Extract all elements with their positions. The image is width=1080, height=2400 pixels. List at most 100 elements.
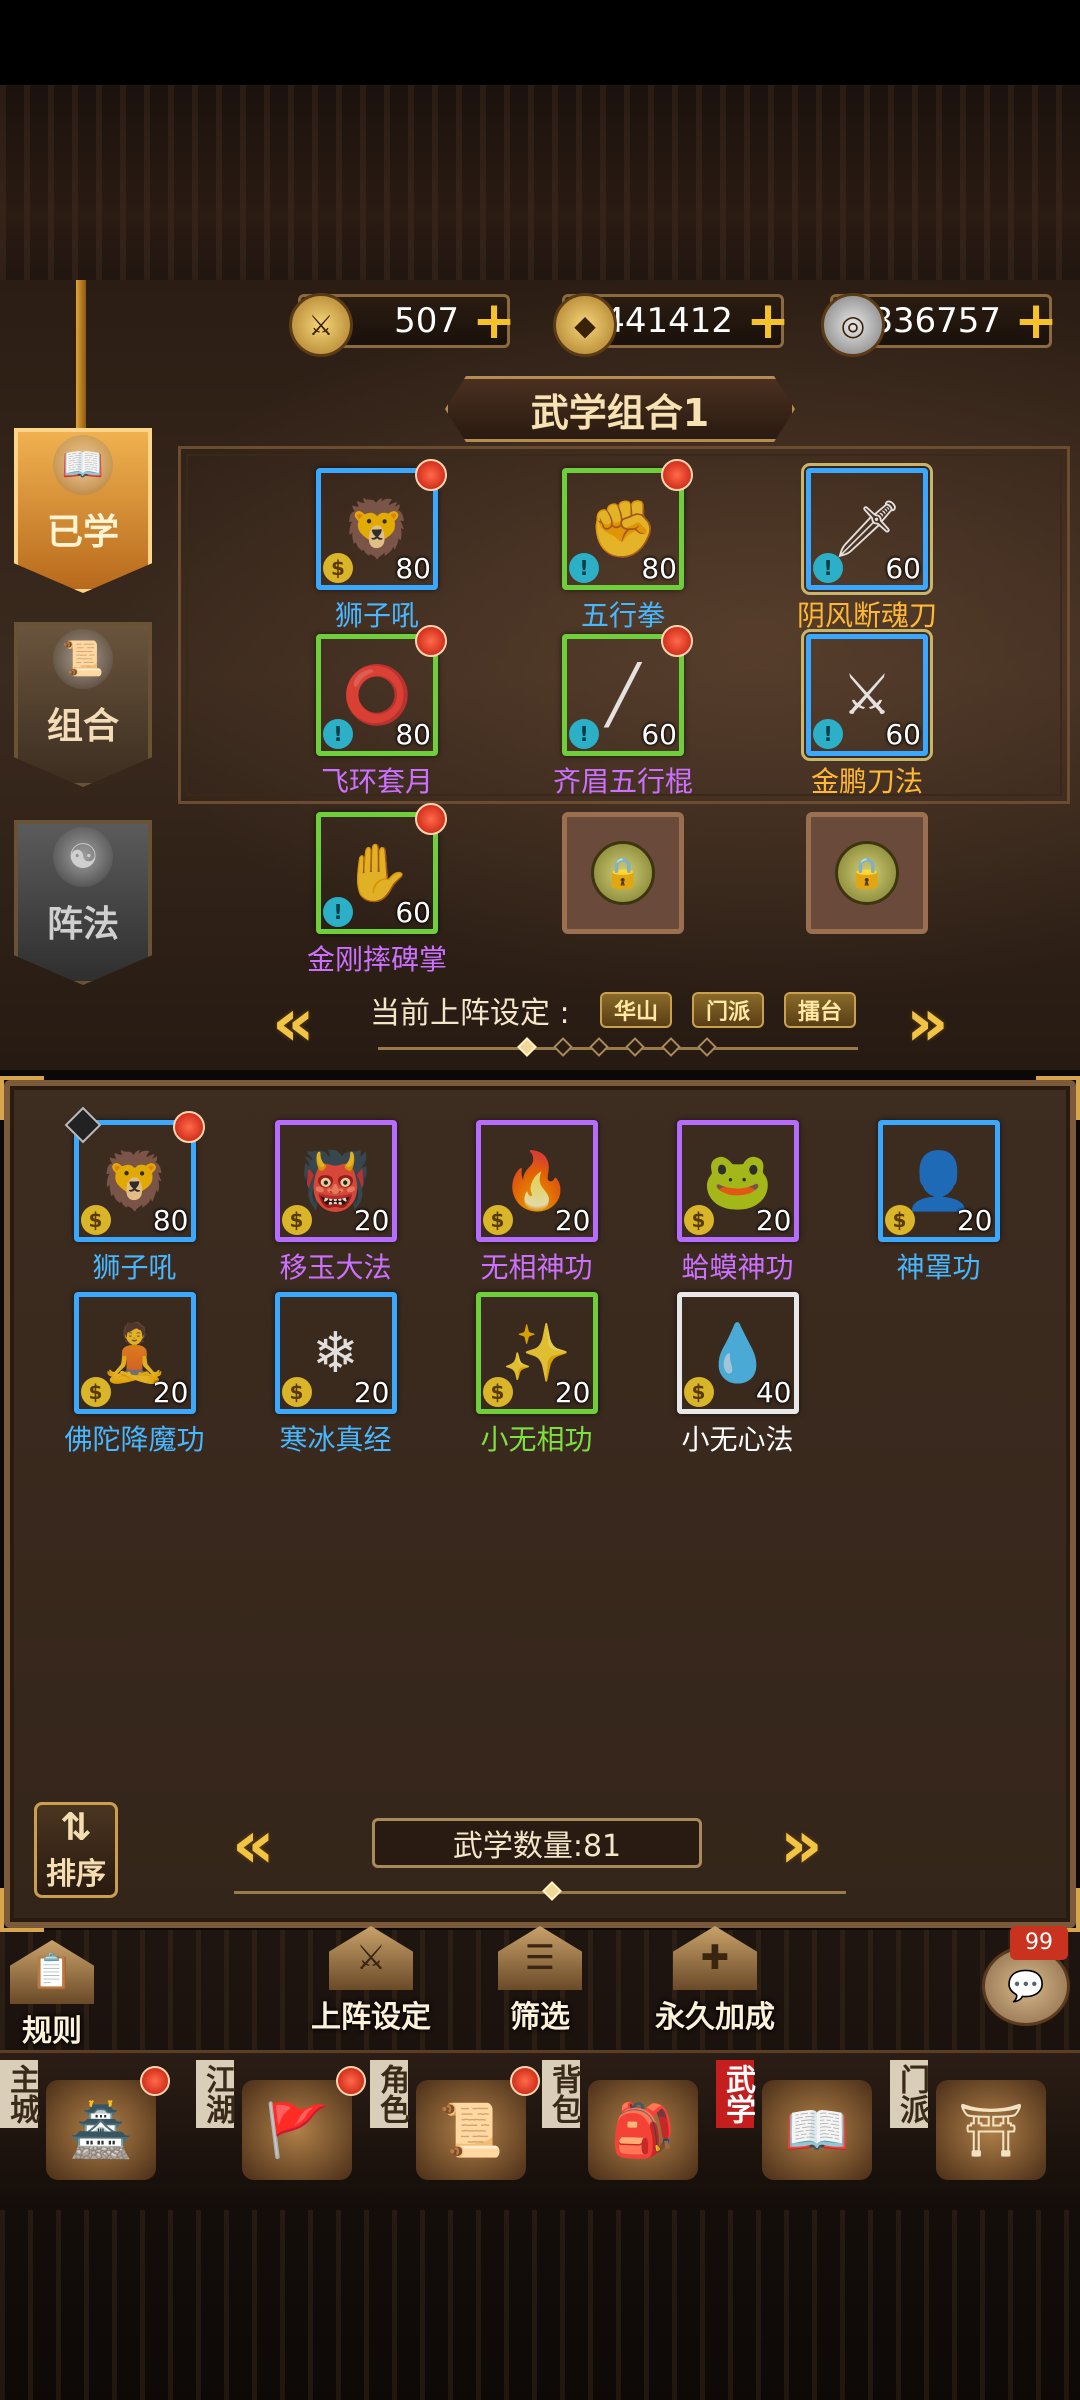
skill-icon-frame: 🦁 $80: [73, 1111, 205, 1242]
tab-label: 组合: [46, 706, 119, 747]
nav-art-icon: 🏯: [46, 2080, 156, 2180]
nav-item[interactable]: 🚩 江湖: [196, 2060, 366, 2200]
skill-name: 神罩功: [896, 1251, 981, 1284]
preset-chip-menpai[interactable]: 门派: [692, 992, 765, 1028]
list-next-arrow-icon[interactable]: »: [780, 1806, 823, 1883]
combo-title: 武学组合1: [445, 376, 795, 442]
skill-icon-frame: ❄ $20: [274, 1292, 397, 1414]
skill-list-item[interactable]: ✨ $20 小无相功: [436, 1292, 637, 1458]
skill-list-item[interactable]: 🔥 $20 无相神功: [436, 1120, 637, 1286]
notification-dot: [661, 459, 693, 491]
equipped-skill[interactable]: ✊! 80 五行拳: [538, 459, 708, 634]
skill-name: 小无心法: [681, 1423, 794, 1456]
skill-name: 佛陀降魔功: [64, 1423, 205, 1456]
skill-level: 20: [353, 1376, 390, 1409]
sort-icon: ⇅: [60, 1805, 92, 1849]
skill-name: 移玉大法: [279, 1251, 392, 1284]
coin-icon: $: [683, 1205, 714, 1235]
notification-dot: [415, 459, 447, 491]
skill-name: 蛤蟆神功: [681, 1251, 794, 1284]
currency-value: 507: [394, 301, 459, 341]
skill-list-item[interactable]: 💧 $40 小无心法: [637, 1292, 838, 1458]
nav-item[interactable]: ⛩ 门派: [890, 2060, 1060, 2200]
notification-dot: [415, 803, 447, 835]
filter-icon: ☰: [498, 1926, 582, 1990]
rules-button[interactable]: 📋 规则: [2, 1940, 102, 2050]
skill-name: 狮子吼: [92, 1251, 177, 1284]
tab-label: 已学: [46, 512, 119, 553]
coin-icon: $: [884, 1205, 915, 1235]
permanent-bonus-button[interactable]: ✚ 永久加成: [640, 1926, 790, 2036]
notification-dot: [510, 2066, 540, 2096]
gem-icon: !: [813, 719, 843, 749]
silver-coin-icon: ◎: [821, 293, 885, 357]
skill-level: 60: [395, 896, 431, 929]
tab-combo[interactable]: 📜 组合: [14, 622, 152, 787]
list-prev-arrow-icon[interactable]: «: [232, 1806, 275, 1883]
currency-silver[interactable]: ◎ 7836757 +: [821, 293, 1058, 357]
tab-label: 阵法: [46, 904, 119, 945]
nav-label: 主城: [0, 2060, 39, 2128]
nav-item[interactable]: 🏯 主城: [0, 2060, 170, 2200]
coin-icon: $: [482, 1205, 513, 1235]
equipped-skill[interactable]: ╱! 60 齐眉五行棍: [538, 625, 708, 800]
coin-icon: $: [80, 1377, 111, 1407]
preset-prev-arrow-icon[interactable]: «: [272, 984, 315, 1061]
skill-icon-frame: ✋! 60: [316, 803, 447, 934]
skill-list-item[interactable]: 🐸 $20 蛤蟆神功: [637, 1120, 838, 1286]
nav-art-icon: 📜: [416, 2080, 526, 2180]
preset-page-line: [378, 1047, 858, 1050]
notification-dot: [172, 1111, 205, 1143]
skill-icon-frame: 🔥 $20: [475, 1120, 598, 1242]
add-currency-icon[interactable]: +: [745, 295, 791, 347]
tab-formation[interactable]: ☯ 阵法: [14, 820, 152, 985]
nav-item[interactable]: 📜 角色: [370, 2060, 540, 2200]
equipped-skill[interactable]: 🦁 $80 狮子吼: [292, 459, 462, 634]
nav-art-icon: 📖: [762, 2080, 872, 2180]
nav-art-icon: 🎒: [588, 2080, 698, 2180]
skill-level: 80: [152, 1204, 189, 1237]
lock-icon: 🔒: [591, 841, 655, 905]
filter-button[interactable]: ☰ 筛选: [480, 1926, 600, 2036]
tab-rope: [76, 280, 86, 440]
setup-button[interactable]: ⚔ 上阵设定: [296, 1926, 446, 2036]
nav-item[interactable]: 🎒 背包: [542, 2060, 712, 2200]
skill-icon-frame: 💧 $40: [676, 1292, 799, 1414]
locked-slot[interactable]: 🔒: [782, 812, 952, 934]
coin-icon: $: [281, 1205, 312, 1235]
preset-chip-huashan[interactable]: 华山: [600, 992, 673, 1028]
panel-corner: [0, 1076, 44, 1120]
yuanbao-icon: ◆: [553, 293, 617, 357]
currency-swords[interactable]: ⚔ 507 +: [289, 293, 516, 357]
locked-slot[interactable]: 🔒: [538, 812, 708, 934]
nav-label: 武学: [716, 2060, 755, 2128]
sort-label: 排序: [46, 1857, 106, 1892]
skill-level: 80: [395, 718, 431, 751]
skill-icon-frame: ✨ $20: [475, 1292, 598, 1414]
sort-button[interactable]: ⇅ 排序: [34, 1802, 118, 1898]
nav-item[interactable]: 📖 武学: [716, 2060, 886, 2200]
add-currency-icon[interactable]: +: [1013, 295, 1059, 347]
skill-icon-frame: 👤 $20: [877, 1120, 1000, 1242]
coin-icon: $: [281, 1377, 312, 1407]
add-currency-icon[interactable]: +: [471, 295, 517, 347]
notification-dot: [336, 2066, 366, 2096]
filter-label: 筛选: [510, 2000, 570, 2035]
preset-next-arrow-icon[interactable]: »: [906, 984, 949, 1061]
skill-icon-frame: 🗡! 60: [801, 463, 933, 595]
equipped-skill[interactable]: ⚔! 60 金鹏刀法: [782, 629, 952, 800]
equipped-skill[interactable]: ✋! 60 金刚摔碑掌: [292, 803, 462, 978]
skill-count: 武学数量:81: [372, 1818, 702, 1868]
equipped-skill[interactable]: ⭕! 80 飞环套月: [292, 625, 462, 800]
skill-level: 40: [755, 1376, 792, 1409]
tab-learned[interactable]: 📖 已学: [14, 428, 152, 593]
skill-list-item[interactable]: ❄ $20 寒冰真经: [235, 1292, 436, 1458]
skill-list-item[interactable]: 👤 $20 神罩功: [838, 1120, 1039, 1286]
skill-list-item[interactable]: 🧘 $20 佛陀降魔功: [34, 1292, 235, 1458]
skill-list-item[interactable]: 🦁 $80 狮子吼: [34, 1111, 235, 1286]
skill-list-item[interactable]: 👹 $20 移玉大法: [235, 1120, 436, 1286]
currency-yuanbao[interactable]: ◆ 5441412 +: [553, 293, 790, 357]
equipped-skill[interactable]: 🗡! 60 阴风断魂刀: [782, 463, 952, 634]
preset-chip-leitai[interactable]: 擂台: [784, 992, 857, 1028]
gem-icon: !: [323, 897, 353, 927]
